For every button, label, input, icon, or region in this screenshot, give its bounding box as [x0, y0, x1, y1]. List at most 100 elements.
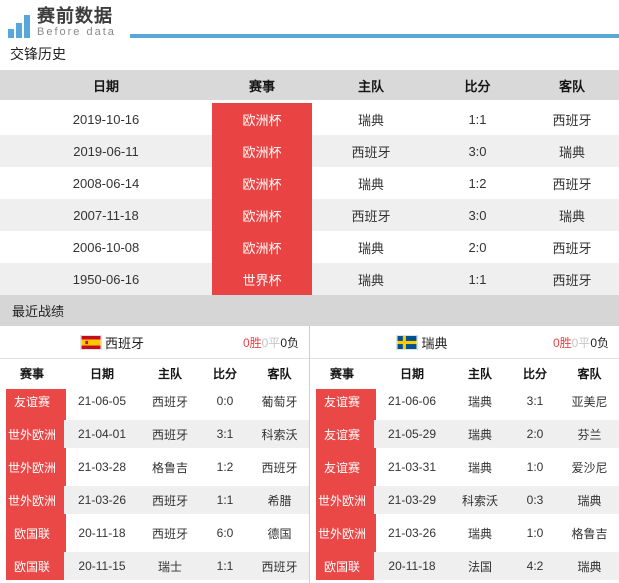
match-home: 瑞典: [357, 240, 384, 256]
col-header-home: 主队: [357, 78, 384, 94]
match-score: 3:0: [430, 199, 525, 231]
match-away: 德国: [267, 526, 292, 541]
match-home: 西班牙: [140, 486, 200, 514]
match-score: 1:2: [468, 175, 487, 191]
match-home: 瑞士: [140, 552, 200, 580]
match-home: 格鲁吉: [151, 460, 188, 475]
match-home: 西班牙: [151, 394, 188, 409]
recent-table-header: 赛事 日期 主队 比分 客队: [0, 359, 309, 387]
match-away: 西班牙: [261, 460, 298, 475]
match-date: 1950-06-16: [0, 263, 212, 295]
team-record: 0胜 0平 0负: [243, 326, 299, 358]
match-competition: 友谊赛: [323, 460, 360, 475]
col-header-date: 日期: [92, 78, 119, 94]
match-score: 2:0: [468, 239, 487, 255]
match-competition: 欧洲杯: [242, 176, 282, 192]
h2h-section-title: 交锋历史: [10, 46, 66, 62]
match-competition: 欧洲杯: [242, 112, 282, 128]
team-link-spain[interactable]: 西班牙: [0, 326, 224, 358]
record-losses: 0负: [280, 335, 299, 350]
col-header-date: 日期: [89, 366, 114, 381]
match-score: 2:0: [510, 420, 560, 448]
match-competition: 世外欧洲: [317, 493, 366, 508]
bar-chart-logo-icon: [8, 15, 32, 38]
match-home: 科索沃: [450, 486, 510, 514]
team-link-sweden[interactable]: 瑞典: [310, 326, 534, 358]
spain-flag-icon: [79, 334, 102, 350]
match-away: 科索沃: [250, 420, 309, 448]
match-home: 瑞典: [467, 394, 492, 409]
match-away: 瑞典: [560, 486, 619, 514]
col-header-home: 主队: [467, 366, 492, 381]
sweden-flag-icon: [396, 334, 419, 350]
match-competition: 世外欧洲: [317, 526, 366, 541]
match-date: 21-05-29: [374, 420, 450, 448]
match-competition: 友谊赛: [13, 394, 50, 409]
h2h-table-header: 日期 赛事 主队 比分 客队: [0, 70, 619, 100]
match-away: 西班牙: [552, 176, 592, 192]
table-row: 世外欧洲 21-03-28 格鲁吉 1:2 西班牙: [0, 453, 309, 486]
match-score: 3:0: [430, 135, 525, 167]
match-date: 21-06-05: [77, 394, 127, 408]
table-row: 世外欧洲 21-03-26 瑞典 1:0 格鲁吉: [310, 519, 619, 552]
match-away: 希腊: [250, 486, 309, 514]
match-date: 21-03-31: [387, 460, 437, 474]
site-logo[interactable]: 赛前数据 Before data: [0, 7, 116, 38]
match-away: 瑞典: [560, 552, 619, 580]
logo-subtitle: Before data: [37, 26, 116, 38]
col-header-competition: 赛事: [248, 78, 275, 94]
match-score: 0:3: [510, 486, 560, 514]
pre-match-data-page: 赛前数据 Before data 交锋历史 日期 赛事 主队 比分 客队 201…: [0, 0, 619, 583]
match-competition: 世外欧洲: [7, 460, 56, 475]
match-date: 2019-10-16: [72, 111, 140, 127]
match-home: 瑞典: [467, 460, 492, 475]
record-wins: 0胜: [242, 335, 262, 350]
match-home: 瑞典: [450, 420, 510, 448]
match-date: 21-03-28: [77, 460, 127, 474]
match-date: 2007-11-18: [0, 199, 212, 231]
match-competition: 欧洲杯: [242, 144, 282, 160]
record-draws: 0平: [571, 335, 591, 350]
match-competition: 友谊赛: [323, 427, 360, 442]
table-row: 欧国联 20-11-18 法国 4:2 瑞典: [310, 552, 619, 583]
match-away: 西班牙: [552, 240, 592, 256]
col-header-competition: 赛事: [329, 366, 354, 381]
match-date: 21-03-29: [374, 486, 450, 514]
table-row: 友谊赛 21-06-05 西班牙 0:0 葡萄牙: [0, 387, 309, 420]
recent-table-header: 赛事 日期 主队 比分 客队: [310, 359, 619, 387]
match-home: 瑞典: [357, 112, 384, 128]
match-away: 爱沙尼: [571, 460, 608, 475]
match-date: 20-11-18: [78, 526, 126, 540]
match-away: 西班牙: [552, 112, 592, 128]
table-row: 世外欧洲 21-03-29 科索沃 0:3 瑞典: [310, 486, 619, 519]
col-header-score: 比分: [464, 78, 491, 94]
match-date: 2008-06-14: [72, 175, 140, 191]
col-header-score: 比分: [522, 366, 547, 381]
match-date: 2006-10-08: [72, 239, 140, 255]
team-name: 瑞典: [421, 335, 448, 351]
match-away: 瑞典: [525, 135, 619, 167]
team-name: 西班牙: [104, 335, 144, 351]
match-home: 西班牙: [312, 135, 430, 167]
record-wins: 0胜: [552, 335, 572, 350]
match-competition: 友谊赛: [323, 394, 360, 409]
col-header-home: 主队: [157, 366, 182, 381]
match-away: 西班牙: [250, 552, 309, 580]
match-home: 瑞典: [467, 526, 492, 541]
team-record: 0胜 0平 0负: [553, 326, 609, 358]
h2h-table: 日期 赛事 主队 比分 客队 2019-10-16 欧洲杯 瑞典 1:1 西班牙…: [0, 70, 619, 295]
col-header-away: 客队: [577, 366, 602, 381]
match-away: 芬兰: [560, 420, 619, 448]
table-row: 2007-11-18 欧洲杯 西班牙 3:0 瑞典: [0, 199, 619, 231]
match-date: 21-04-01: [64, 420, 140, 448]
recent-panels: 西班牙 0胜 0平 0负 赛事 日期 主队 比分 客队 友谊赛 21-06-05 西…: [0, 326, 619, 583]
recent-panel-spain: 西班牙 0胜 0平 0负 赛事 日期 主队 比分 客队 友谊赛 21-06-05 西…: [0, 326, 310, 583]
match-date: 21-06-06: [387, 394, 437, 408]
match-away: 西班牙: [525, 263, 619, 295]
match-competition: 世外欧洲: [7, 493, 56, 508]
match-home: 西班牙: [151, 526, 188, 541]
match-home: 法国: [450, 552, 510, 580]
match-date: 21-03-26: [387, 526, 437, 540]
match-competition: 欧洲杯: [242, 240, 282, 256]
header-divider-rule: [129, 34, 619, 38]
